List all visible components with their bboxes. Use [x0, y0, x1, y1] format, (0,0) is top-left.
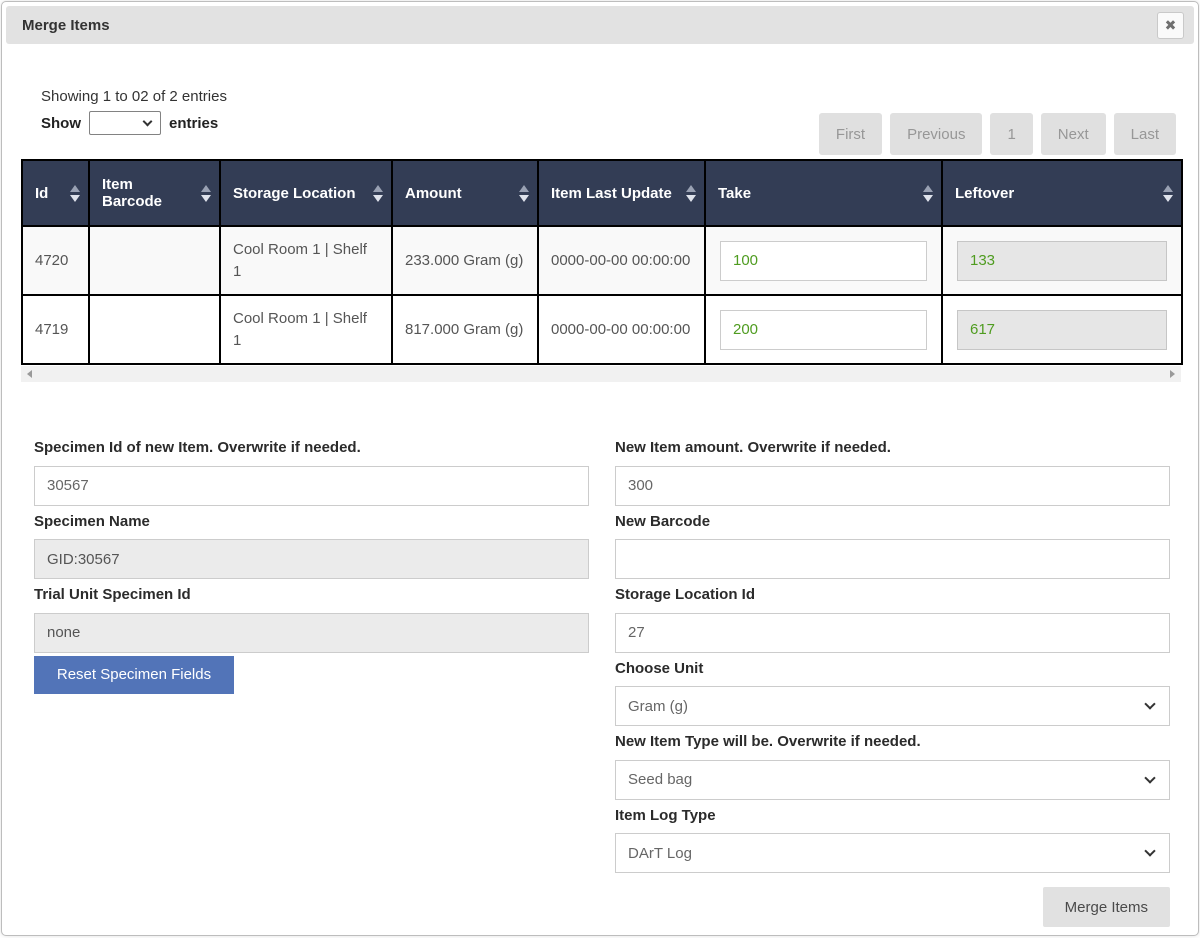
entries-label: entries — [169, 115, 218, 132]
storage-location-id-label: Storage Location Id — [615, 585, 1170, 605]
unit-select-value: Gram (g) — [628, 698, 688, 715]
pagination-last-button[interactable]: Last — [1114, 113, 1176, 155]
specimen-name-field — [34, 539, 589, 579]
sort-icon — [519, 185, 529, 202]
close-icon: ✖ — [1165, 18, 1177, 32]
sort-icon — [201, 185, 211, 202]
take-input[interactable] — [720, 310, 927, 350]
cell-last-update: 0000-00-00 00:00:00 — [538, 295, 705, 364]
pagination-previous-button[interactable]: Previous — [890, 113, 982, 155]
cell-storage-location: Cool Room 1 | Shelf 1 — [220, 226, 392, 295]
column-label: Storage Location — [233, 185, 356, 202]
show-label: Show — [41, 115, 81, 132]
table-row: 4720 Cool Room 1 | Shelf 1 233.000 Gram … — [22, 226, 1182, 295]
pagination: First Previous 1 Next Last — [819, 113, 1176, 155]
specimen-name-label: Specimen Name — [34, 512, 589, 532]
close-button[interactable]: ✖ — [1157, 12, 1184, 39]
trial-unit-specimen-id-label: Trial Unit Specimen Id — [34, 585, 589, 605]
scroll-left-icon[interactable] — [27, 370, 32, 378]
cell-id: 4719 — [22, 295, 89, 364]
chevron-down-icon — [143, 117, 153, 127]
sort-icon — [923, 185, 933, 202]
leftover-input — [957, 310, 1167, 350]
sort-icon — [686, 185, 696, 202]
column-header-id[interactable]: Id — [22, 160, 89, 226]
new-item-amount-label: New Item amount. Overwrite if needed. — [615, 438, 1170, 458]
unit-select[interactable]: Gram (g) — [615, 686, 1170, 726]
item-log-type-label: Item Log Type — [615, 806, 1170, 826]
cell-barcode — [89, 295, 220, 364]
form-right-column: New Item amount. Overwrite if needed. Ne… — [615, 438, 1170, 927]
new-item-type-label: New Item Type will be. Overwrite if need… — [615, 732, 1170, 752]
chevron-down-icon — [1144, 772, 1155, 783]
column-header-leftover[interactable]: Leftover — [942, 160, 1182, 226]
column-header-item-last-update[interactable]: Item Last Update — [538, 160, 705, 226]
column-label: Item Last Update — [551, 185, 672, 202]
column-label: Id — [35, 185, 48, 202]
item-type-select-value: Seed bag — [628, 771, 692, 788]
leftover-input — [957, 241, 1167, 281]
table-row: 4719 Cool Room 1 | Shelf 1 817.000 Gram … — [22, 295, 1182, 364]
scroll-right-icon[interactable] — [1170, 370, 1175, 378]
form-left-column: Specimen Id of new Item. Overwrite if ne… — [34, 438, 589, 927]
table-controls: Showing 1 to 02 of 2 entries Show entrie… — [41, 88, 1176, 157]
dialog-title: Merge Items — [22, 17, 110, 34]
sort-icon — [1163, 185, 1173, 202]
trial-unit-specimen-id-field — [34, 613, 589, 653]
cell-last-update: 0000-00-00 00:00:00 — [538, 226, 705, 295]
page-size-select[interactable] — [89, 111, 161, 135]
pagination-next-button[interactable]: Next — [1041, 113, 1106, 155]
column-header-item-barcode[interactable]: Item Barcode — [89, 160, 220, 226]
items-table: Id Item Barcode Storage Location Amount … — [21, 159, 1183, 365]
horizontal-scrollbar[interactable] — [21, 366, 1181, 382]
specimen-id-field[interactable] — [34, 466, 589, 506]
cell-amount: 233.000 Gram (g) — [392, 226, 538, 295]
log-type-select[interactable]: DArT Log — [615, 833, 1170, 873]
column-label: Item Barcode — [102, 176, 197, 210]
column-label: Amount — [405, 185, 462, 202]
pagination-page-1-button[interactable]: 1 — [990, 113, 1032, 155]
dialog-titlebar: Merge Items ✖ — [6, 6, 1194, 44]
cell-id: 4720 — [22, 226, 89, 295]
chevron-down-icon — [1144, 845, 1155, 856]
column-header-storage-location[interactable]: Storage Location — [220, 160, 392, 226]
take-input[interactable] — [720, 241, 927, 281]
merge-button-row: Merge Items — [615, 887, 1170, 927]
storage-location-id-field[interactable] — [615, 613, 1170, 653]
column-header-take[interactable]: Take — [705, 160, 942, 226]
merge-form: Specimen Id of new Item. Overwrite if ne… — [34, 438, 1179, 927]
log-type-select-value: DArT Log — [628, 845, 692, 862]
new-item-amount-field[interactable] — [615, 466, 1170, 506]
new-barcode-field[interactable] — [615, 539, 1170, 579]
column-header-amount[interactable]: Amount — [392, 160, 538, 226]
sort-icon — [70, 185, 80, 202]
reset-specimen-fields-button[interactable]: Reset Specimen Fields — [34, 656, 234, 694]
chevron-down-icon — [1144, 698, 1155, 709]
sort-icon — [373, 185, 383, 202]
cell-amount: 817.000 Gram (g) — [392, 295, 538, 364]
dialog-content: Showing 1 to 02 of 2 entries Show entrie… — [6, 88, 1194, 927]
column-label: Leftover — [955, 185, 1014, 202]
specimen-id-label: Specimen Id of new Item. Overwrite if ne… — [34, 438, 589, 458]
choose-unit-label: Choose Unit — [615, 659, 1170, 679]
merge-items-button[interactable]: Merge Items — [1043, 887, 1170, 927]
column-label: Take — [718, 185, 751, 202]
new-barcode-label: New Barcode — [615, 512, 1170, 532]
merge-items-dialog: Merge Items ✖ Showing 1 to 02 of 2 entri… — [1, 1, 1199, 936]
item-type-select[interactable]: Seed bag — [615, 760, 1170, 800]
table-header-row: Id Item Barcode Storage Location Amount … — [22, 160, 1182, 226]
pagination-first-button[interactable]: First — [819, 113, 882, 155]
cell-barcode — [89, 226, 220, 295]
showing-entries-text: Showing 1 to 02 of 2 entries — [41, 88, 1176, 105]
cell-storage-location: Cool Room 1 | Shelf 1 — [220, 295, 392, 364]
